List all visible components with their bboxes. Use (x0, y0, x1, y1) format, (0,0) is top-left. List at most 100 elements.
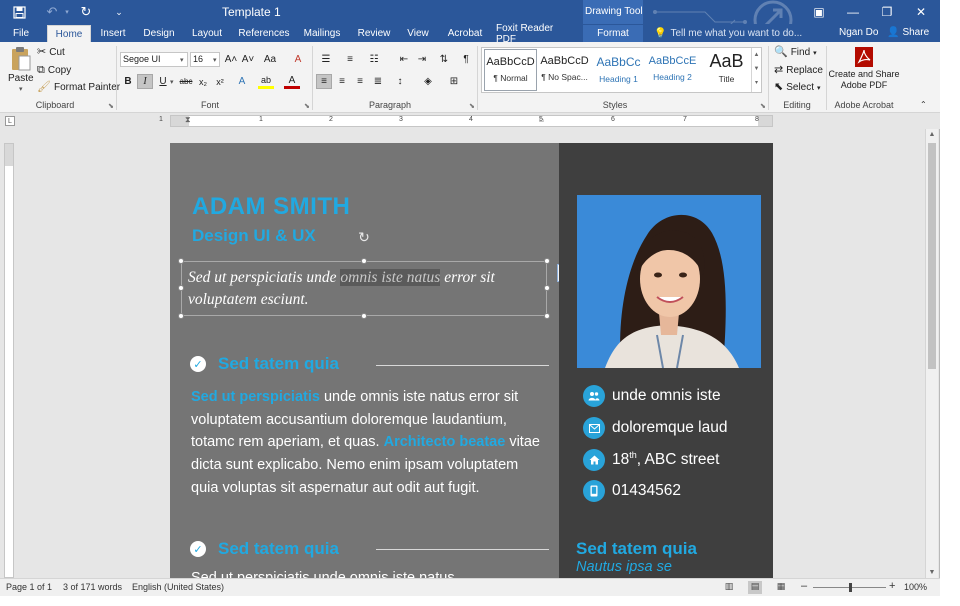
align-center-icon[interactable]: ≡ (334, 74, 350, 89)
italic-button[interactable]: I (137, 74, 153, 89)
document-page[interactable]: ADAM SMITH Design UI & UX ↻ Sed ut persp… (170, 143, 773, 578)
scroll-down-arrow-icon[interactable]: ▼ (926, 569, 938, 576)
style-no-spacing[interactable]: AaBbCcD ¶ No Spac... (538, 49, 591, 91)
save-icon[interactable] (8, 0, 30, 24)
subscript-button[interactable]: x₂ (195, 74, 211, 89)
tab-format[interactable]: Format (583, 25, 643, 42)
sort-icon[interactable]: ⇅ (436, 52, 452, 67)
align-left-icon[interactable]: ≡ (316, 74, 332, 89)
customize-qat-icon[interactable]: ⌄ (112, 0, 126, 24)
decrease-indent-icon[interactable]: ⇤ (396, 52, 412, 67)
format-painter-button[interactable]: 🖌 Format Painter (37, 82, 120, 94)
resize-handle[interactable] (178, 313, 184, 319)
strikethrough-button[interactable]: abc (178, 74, 194, 89)
contact-text[interactable]: 01434562 (612, 482, 681, 500)
restore-button[interactable]: ❐ (870, 0, 904, 24)
create-adobe-pdf-button[interactable]: Create and Share Adobe PDF (828, 46, 900, 90)
rotate-handle-icon[interactable]: ↻ (356, 229, 372, 245)
close-button[interactable]: ✕ (904, 0, 938, 24)
read-mode-icon[interactable]: ▥ (722, 581, 736, 594)
horizontal-ruler[interactable]: 1 1 2 3 4 5 6 7 8 ⧗ ⌂ (159, 115, 773, 127)
undo-dropdown-icon[interactable]: ▾ (62, 0, 72, 24)
clear-formatting-button[interactable]: A (290, 52, 306, 67)
resize-handle[interactable] (361, 258, 367, 264)
scroll-up-arrow-icon[interactable]: ▲ (926, 131, 938, 138)
tab-view[interactable]: View (402, 25, 434, 42)
tab-mailings[interactable]: Mailings (300, 25, 344, 42)
resize-handle[interactable] (544, 258, 550, 264)
tab-design[interactable]: Design (140, 25, 178, 42)
redo-icon[interactable]: ↻ (76, 0, 96, 24)
tab-home[interactable]: Home (47, 25, 91, 42)
tell-me-search[interactable]: 💡 Tell me what you want to do... (654, 26, 802, 41)
grow-font-button[interactable]: A˄ (223, 52, 239, 67)
multilevel-list-icon[interactable]: ☷ (366, 52, 382, 67)
user-name[interactable]: Ngan Do (839, 27, 878, 38)
section-title[interactable]: Sed tatem quia (218, 539, 339, 559)
style-heading-1[interactable]: AaBbCc Heading 1 (592, 49, 645, 91)
share-button[interactable]: 👤 Share (887, 27, 929, 38)
section-body[interactable]: Sed ut perspiciatis unde omnis iste natu… (191, 386, 541, 500)
tab-insert[interactable]: Insert (96, 25, 130, 42)
font-color-button[interactable]: A (284, 74, 300, 89)
web-layout-icon[interactable]: ▦ (774, 581, 788, 594)
print-layout-icon[interactable]: ▤ (748, 581, 762, 594)
contact-text[interactable]: unde omnis iste (612, 387, 721, 405)
change-case-button[interactable]: Aa (262, 52, 278, 67)
zoom-level[interactable]: 100% (904, 582, 927, 592)
intro-quote[interactable]: Sed ut perspiciatis unde omnis iste natu… (188, 267, 543, 311)
minimize-button[interactable]: — (836, 0, 870, 24)
vertical-ruler[interactable] (4, 143, 14, 578)
zoom-in-button[interactable]: + (889, 580, 895, 592)
contact-text[interactable]: 18th, ABC street (612, 450, 719, 469)
vertical-scrollbar[interactable]: ▲ ▼ (925, 129, 938, 578)
shading-icon[interactable]: ◈ (420, 74, 436, 89)
superscript-button[interactable]: x² (212, 74, 228, 89)
collapse-ribbon-icon[interactable]: ⌃ (920, 100, 927, 109)
justify-icon[interactable]: ≣ (370, 74, 386, 89)
line-spacing-icon[interactable]: ↕ (392, 74, 408, 89)
paragraph-launcher-icon[interactable]: ⬊ (469, 102, 475, 110)
tab-review[interactable]: Review (354, 25, 394, 42)
scroll-thumb[interactable] (928, 143, 936, 369)
page-count[interactable]: Page 1 of 1 (6, 582, 52, 592)
paste-button[interactable]: Paste ▾ (8, 46, 34, 93)
resume-role[interactable]: Design UI & UX (192, 226, 316, 246)
borders-icon[interactable]: ⊞ (446, 74, 462, 89)
right-indent-marker-icon[interactable]: ⌂ (539, 115, 544, 124)
resize-handle[interactable] (178, 285, 184, 291)
tab-references[interactable]: References (236, 25, 292, 42)
tab-selector[interactable]: L (5, 116, 15, 126)
highlight-button[interactable]: ab (258, 74, 274, 89)
language-indicator[interactable]: English (United States) (132, 582, 224, 592)
tab-foxit-reader-pdf[interactable]: Foxit Reader PDF (496, 23, 576, 45)
right-section-title[interactable]: Sed tatem quia (576, 539, 697, 559)
section-body[interactable]: Sed ut perspiciatis unde omnis iste natu… (191, 567, 541, 578)
bullets-icon[interactable]: ☰ (318, 52, 334, 67)
copy-button[interactable]: ⧉ Copy (37, 65, 71, 77)
zoom-out-button[interactable]: – (801, 580, 807, 592)
section-title[interactable]: Sed tatem quia (218, 354, 339, 374)
font-family-dropdown-icon[interactable]: ▾ (180, 56, 184, 64)
replace-button[interactable]: ⇄ Replace (774, 65, 823, 77)
style-title[interactable]: AaB Title (700, 49, 753, 91)
tab-file[interactable]: File (6, 25, 36, 42)
increase-indent-icon[interactable]: ⇥ (414, 52, 430, 67)
style-heading-2[interactable]: AaBbCcE Heading 2 (646, 49, 699, 91)
clipboard-launcher-icon[interactable]: ⬊ (108, 102, 114, 110)
show-formatting-button[interactable]: ¶ (458, 52, 474, 67)
ribbon-display-options-icon[interactable]: ▣ (802, 0, 836, 24)
select-button[interactable]: ⬉ Select ▾ (774, 82, 821, 94)
indent-marker-icon[interactable]: ⧗ (185, 115, 191, 125)
cut-button[interactable]: ✂ Cut (37, 47, 65, 59)
resize-handle[interactable] (178, 258, 184, 264)
right-section-subtitle[interactable]: Nautus ipsa se (576, 559, 672, 575)
find-button[interactable]: 🔍 Find ▾ (774, 47, 817, 59)
font-family-box[interactable]: Segoe UI (120, 52, 188, 67)
word-count[interactable]: 3 of 171 words (63, 582, 122, 592)
styles-gallery-scroll[interactable]: ▲ ▼ ▾ (751, 48, 761, 92)
resize-handle[interactable] (544, 313, 550, 319)
tab-acrobat[interactable]: Acrobat (443, 25, 487, 42)
style-normal[interactable]: AaBbCcD ¶ Normal (484, 49, 537, 91)
resize-handle[interactable] (361, 313, 367, 319)
